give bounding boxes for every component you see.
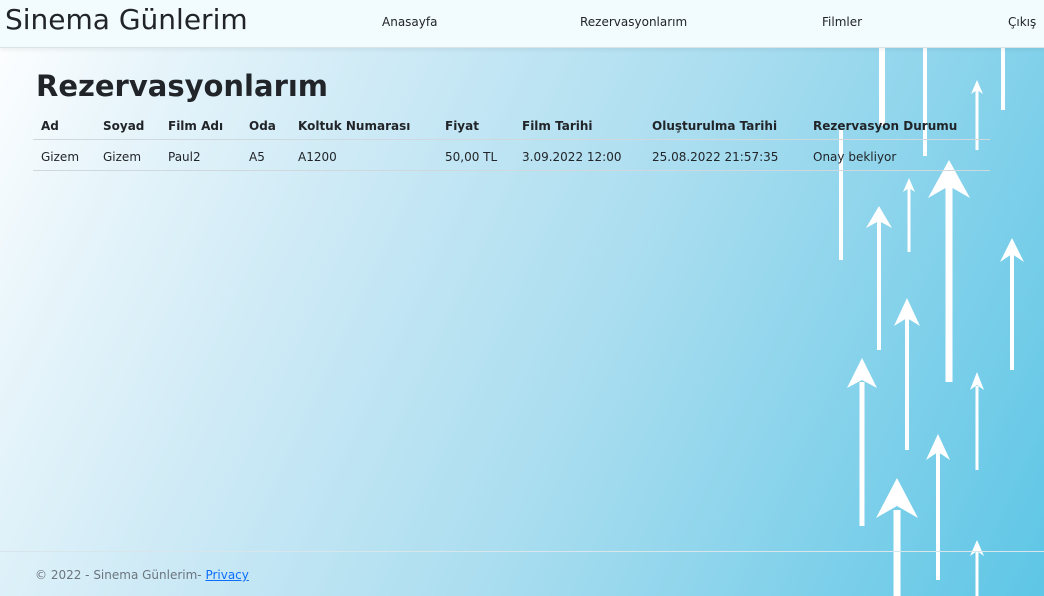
cell-rezervasyon-durumu: Onay bekliyor [813,150,897,164]
column-header-koltuk-numarasi: Koltuk Numarası [298,119,411,133]
cell-film-adi: Paul2 [168,150,201,164]
cell-oda: A5 [249,150,265,164]
column-header-olusturulma-tarihi: Oluşturulma Tarihi [652,119,778,133]
nav-link-anasayfa[interactable]: Anasayfa [382,14,437,30]
footer-divider [0,551,1044,552]
footer: © 2022 - Sinema Günlerim- Privacy [35,567,249,583]
header-divider [33,139,990,140]
nav-link-rezervasyonlarim[interactable]: Rezervasyonlarım [580,14,687,30]
nav-link-filmler[interactable]: Filmler [822,14,862,30]
cell-soyad: Gizem [103,150,142,164]
column-header-film-adi: Film Adı [168,119,224,133]
footer-copyright: © 2022 - Sinema Günlerim- [35,568,206,582]
row-divider [33,170,990,171]
cell-olusturulma-tarihi: 25.08.2022 21:57:35 [652,150,779,164]
cell-koltuk-numarasi: A1200 [298,150,337,164]
column-header-ad: Ad [41,119,59,133]
column-header-film-tarihi: Film Tarihi [522,119,593,133]
column-header-fiyat: Fiyat [445,119,479,133]
cell-fiyat: 50,00 TL [445,150,498,164]
brand-link[interactable]: Sinema Günlerim [5,3,248,37]
cell-ad: Gizem [41,150,80,164]
cell-film-tarihi: 3.09.2022 12:00 [522,150,622,164]
column-header-oda: Oda [249,119,276,133]
column-header-rezervasyon-durumu: Rezervasyon Durumu [813,119,958,133]
page-title: Rezervasyonlarım [36,69,329,103]
navbar: Sinema Günlerim Anasayfa Rezervasyonları… [0,0,1044,48]
nav-link-cikis[interactable]: Çıkış [1008,14,1036,30]
privacy-link[interactable]: Privacy [205,568,248,582]
column-header-soyad: Soyad [103,119,145,133]
